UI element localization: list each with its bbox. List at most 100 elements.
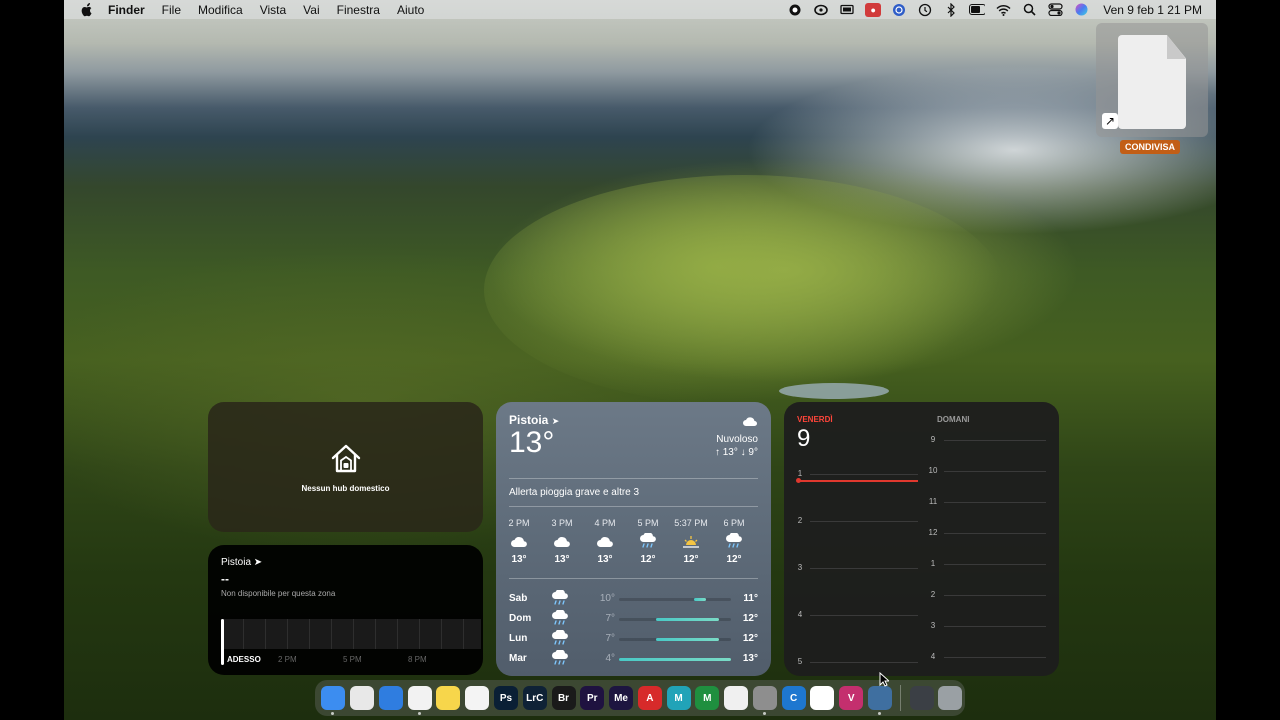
desktop-file-item[interactable]: ↗ <box>1096 23 1208 137</box>
calendar-hour-label: 3 <box>930 621 936 630</box>
bluetooth-icon[interactable] <box>943 2 959 17</box>
timeline-tick <box>441 619 442 649</box>
divider <box>509 506 758 507</box>
daily-high: 13° <box>742 653 758 664</box>
calendar-hour-label: 2 <box>797 516 803 525</box>
hourly-time: 2 PM <box>508 518 530 528</box>
weather-city: Pistoia ➤ <box>509 413 559 427</box>
apple-menu-icon[interactable] <box>80 2 94 17</box>
desktop-file-label[interactable]: CONDIVISA <box>1120 140 1181 154</box>
freeform-icon[interactable] <box>465 686 490 710</box>
hourly-item: 6 PM 12° <box>714 518 754 565</box>
timeline-tick <box>375 619 376 649</box>
cloud-icon <box>742 414 758 432</box>
air-quality-widget[interactable]: Pistoia ➤ -- Non disponibile per questa … <box>208 545 483 675</box>
daily-day: Sab <box>509 593 528 604</box>
record-icon[interactable] <box>787 3 803 17</box>
dock-separator <box>900 685 902 711</box>
launchpad-icon[interactable] <box>350 686 375 710</box>
menu-vai[interactable]: Vai <box>303 3 319 17</box>
timeline-tick <box>397 619 398 649</box>
calendar-hour-line <box>944 595 1046 596</box>
battery-icon[interactable] <box>969 3 986 17</box>
cursor-app-icon[interactable]: C <box>781 686 806 710</box>
running-indicator <box>877 712 881 715</box>
calendar-hour-label: 1 <box>930 559 936 568</box>
document-icon[interactable] <box>724 686 749 710</box>
display-icon[interactable] <box>839 3 855 17</box>
time-label: 5 PM <box>343 655 362 664</box>
cloud-icon <box>542 532 582 552</box>
lightroom-classic-icon[interactable]: LrC <box>522 686 547 710</box>
calendar-hour-line <box>944 533 1046 534</box>
calendar-hour-label: 12 <box>928 528 938 537</box>
time-machine-icon[interactable] <box>917 3 933 17</box>
temperature-range-fill <box>656 618 719 621</box>
calendar-weekday: VENERDÌ <box>797 415 833 424</box>
timeline-tick <box>243 619 244 649</box>
calendar-widget[interactable]: VENERDÌ 9 DOMANI 12345 9 10 11 12 1 2 3 4 <box>784 402 1059 676</box>
control-center-icon[interactable] <box>1047 3 1063 17</box>
home-widget[interactable]: Nessun hub domestico <box>208 402 483 532</box>
weather-condition: Nuvoloso <box>716 434 758 445</box>
downloads-stack-icon[interactable] <box>909 686 934 710</box>
bridge-icon[interactable]: Br <box>551 686 576 710</box>
dock-app-label: M <box>703 692 712 704</box>
menu-modifica[interactable]: Modifica <box>198 3 243 17</box>
running-indicator <box>417 712 421 715</box>
weather-city-text: Pistoia <box>509 413 549 427</box>
temperature-range-fill <box>656 638 719 641</box>
home-widget-message: Nessun hub domestico <box>301 484 390 493</box>
safari-icon[interactable] <box>378 686 403 710</box>
app-m-teal-icon[interactable]: M <box>666 686 691 710</box>
trash-icon[interactable] <box>938 686 963 710</box>
daily-low: 10° <box>599 593 615 604</box>
finder-icon[interactable] <box>321 686 346 715</box>
alias-arrow-icon: ↗ <box>1102 113 1118 129</box>
calendar-hour-label: 9 <box>930 435 936 444</box>
app-m-green-icon[interactable]: M <box>695 686 720 710</box>
calendar-hour-label: 11 <box>928 497 938 506</box>
calendar-hour-line <box>944 564 1046 565</box>
media-encoder-icon[interactable]: Me <box>609 686 634 710</box>
siri-icon[interactable] <box>1073 3 1089 17</box>
running-indicator <box>762 712 766 715</box>
cloud-icon <box>499 532 539 552</box>
menu-aiuto[interactable]: Aiuto <box>397 3 424 17</box>
calendar-hour-line <box>944 626 1046 627</box>
menu-finestra[interactable]: Finestra <box>337 3 380 17</box>
temperature-range-fill <box>693 598 707 601</box>
air-widget-subtitle: Non disponibile per questa zona <box>221 589 336 598</box>
app-a-icon[interactable]: A <box>637 686 662 710</box>
cloud-icon <box>585 532 625 552</box>
weather-widget[interactable]: Pistoia ➤ 13° Nuvoloso ↑ 13° ↓ 9° Allert… <box>496 402 771 676</box>
app-vr-icon[interactable]: V <box>839 686 864 710</box>
calendar-hour-label: 2 <box>930 590 936 599</box>
calendar-hour-line <box>944 440 1046 441</box>
spotlight-search-icon[interactable] <box>1021 3 1037 17</box>
notes-icon[interactable] <box>436 686 461 710</box>
red-app-icon[interactable]: ● <box>865 2 882 17</box>
chrome-icon[interactable] <box>407 686 432 715</box>
wifi-icon[interactable] <box>995 3 1011 17</box>
system-settings-icon[interactable] <box>752 686 777 715</box>
photoshop-icon[interactable]: Ps <box>493 686 518 710</box>
menu-file[interactable]: File <box>162 3 181 17</box>
sunset-icon <box>671 532 711 552</box>
calendar-hour-label: 4 <box>797 610 803 619</box>
premiere-icon[interactable]: Pr <box>580 686 605 710</box>
menu-vista[interactable]: Vista <box>260 3 286 17</box>
dock-app-label: Me <box>614 692 628 704</box>
menu-bar-clock[interactable]: Ven 9 feb 1 21 PM <box>1103 3 1202 17</box>
dock-app-label: A <box>646 692 654 704</box>
quicktime-icon[interactable] <box>867 686 892 715</box>
location-arrow-icon: ➤ <box>551 416 560 426</box>
dock-app-label: Pr <box>586 692 598 704</box>
creative-cloud-icon[interactable] <box>813 3 829 17</box>
airbnb-icon[interactable] <box>810 686 835 710</box>
current-time-line <box>797 480 918 482</box>
current-temperature: 13° <box>509 426 555 459</box>
calendar-hour-line <box>810 662 918 663</box>
search-globe-icon[interactable] <box>891 3 907 17</box>
menu-app-name[interactable]: Finder <box>108 3 145 17</box>
